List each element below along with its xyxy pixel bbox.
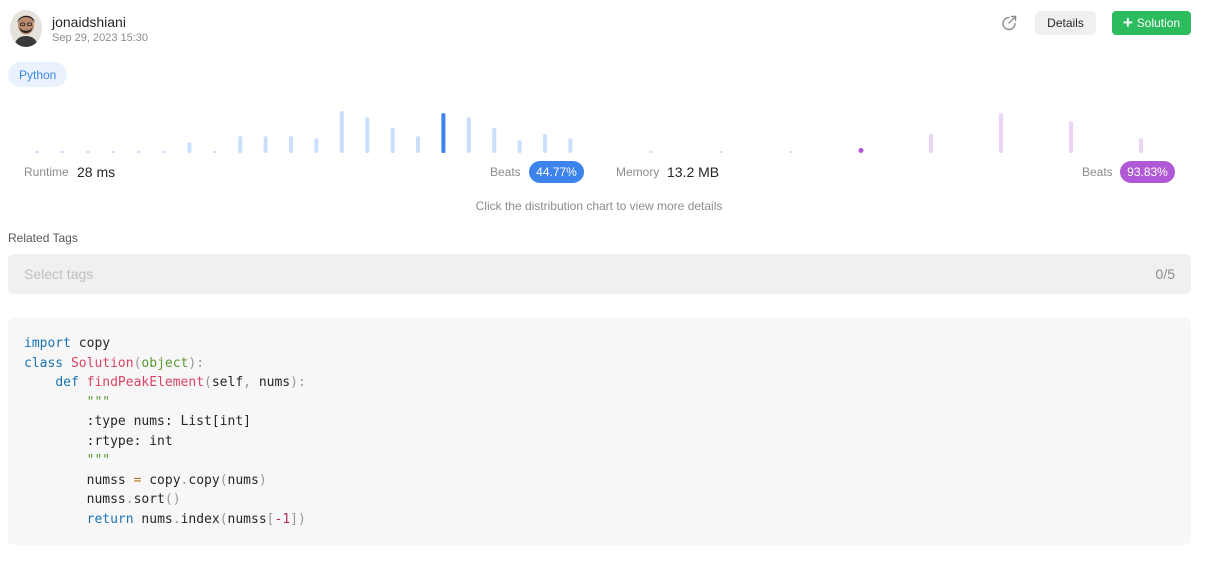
- tags-count: 0/5: [1155, 266, 1175, 282]
- memory-bar[interactable]: [929, 134, 933, 153]
- runtime-bar[interactable]: [416, 136, 420, 153]
- memory-bar-highlight[interactable]: [858, 148, 864, 153]
- runtime-bar[interactable]: [35, 150, 39, 153]
- runtime-bar[interactable]: [543, 134, 547, 153]
- memory-bar[interactable]: [789, 150, 793, 153]
- submission-timestamp: Sep 29, 2023 15:30: [52, 32, 149, 44]
- runtime-bar[interactable]: [492, 127, 497, 153]
- username[interactable]: jonaidshiani: [52, 14, 126, 30]
- runtime-bar[interactable]: [187, 142, 192, 154]
- runtime-beats-label: Beats: [490, 165, 521, 179]
- runtime-beats-badge: 44.77%: [529, 161, 584, 183]
- runtime-bar[interactable]: [339, 111, 344, 153]
- runtime-bar[interactable]: [212, 150, 217, 153]
- memory-label: Memory: [616, 165, 660, 179]
- runtime-bar[interactable]: [314, 138, 319, 153]
- runtime-label: Runtime: [24, 165, 69, 179]
- memory-bar[interactable]: [649, 150, 653, 153]
- distribution-chart[interactable]: [0, 100, 1206, 160]
- runtime-bar[interactable]: [111, 150, 116, 153]
- language-tag: Python: [8, 62, 68, 87]
- runtime-bar[interactable]: [568, 138, 573, 153]
- memory-bar[interactable]: [999, 113, 1003, 153]
- plus-icon: +: [1122, 12, 1133, 32]
- memory-bar[interactable]: [1139, 138, 1143, 153]
- tags-placeholder: Select tags: [24, 266, 94, 282]
- runtime-bar[interactable]: [517, 140, 522, 153]
- share-icon[interactable]: [1000, 14, 1018, 32]
- avatar[interactable]: [10, 10, 42, 47]
- runtime-bar[interactable]: [85, 150, 90, 153]
- runtime-bar[interactable]: [60, 150, 65, 153]
- runtime-bar[interactable]: [390, 127, 395, 153]
- runtime-bar[interactable]: [136, 150, 141, 153]
- add-solution-button[interactable]: + Solution: [1112, 11, 1191, 35]
- details-button[interactable]: Details: [1035, 11, 1096, 35]
- memory-value: 13.2 MB: [667, 164, 720, 180]
- related-tags-title: Related Tags: [8, 231, 78, 245]
- runtime-value: 28 ms: [77, 164, 116, 180]
- runtime-bar[interactable]: [289, 136, 293, 153]
- code-block: import copy class Solution(object): def …: [8, 318, 1191, 545]
- runtime-bar[interactable]: [263, 136, 268, 153]
- runtime-bar[interactable]: [365, 117, 370, 153]
- memory-bar[interactable]: [1069, 121, 1073, 154]
- runtime-bar[interactable]: [466, 117, 471, 153]
- chart-hint: Click the distribution chart to view mor…: [475, 199, 723, 213]
- solution-button-label: Solution: [1136, 16, 1181, 30]
- runtime-bar-highlight[interactable]: [441, 113, 446, 153]
- submission-header: jonaidshiani Sep 29, 2023 15:30 Details …: [10, 10, 1191, 50]
- runtime-bar[interactable]: [162, 150, 166, 153]
- memory-bar[interactable]: [719, 150, 723, 153]
- memory-beats-badge: 93.83%: [1120, 161, 1175, 183]
- memory-beats-label: Beats: [1082, 165, 1113, 179]
- tags-select[interactable]: Select tags 0/5: [8, 254, 1191, 294]
- code-content: import copy class Solution(object): def …: [24, 336, 306, 527]
- runtime-bar[interactable]: [238, 136, 243, 153]
